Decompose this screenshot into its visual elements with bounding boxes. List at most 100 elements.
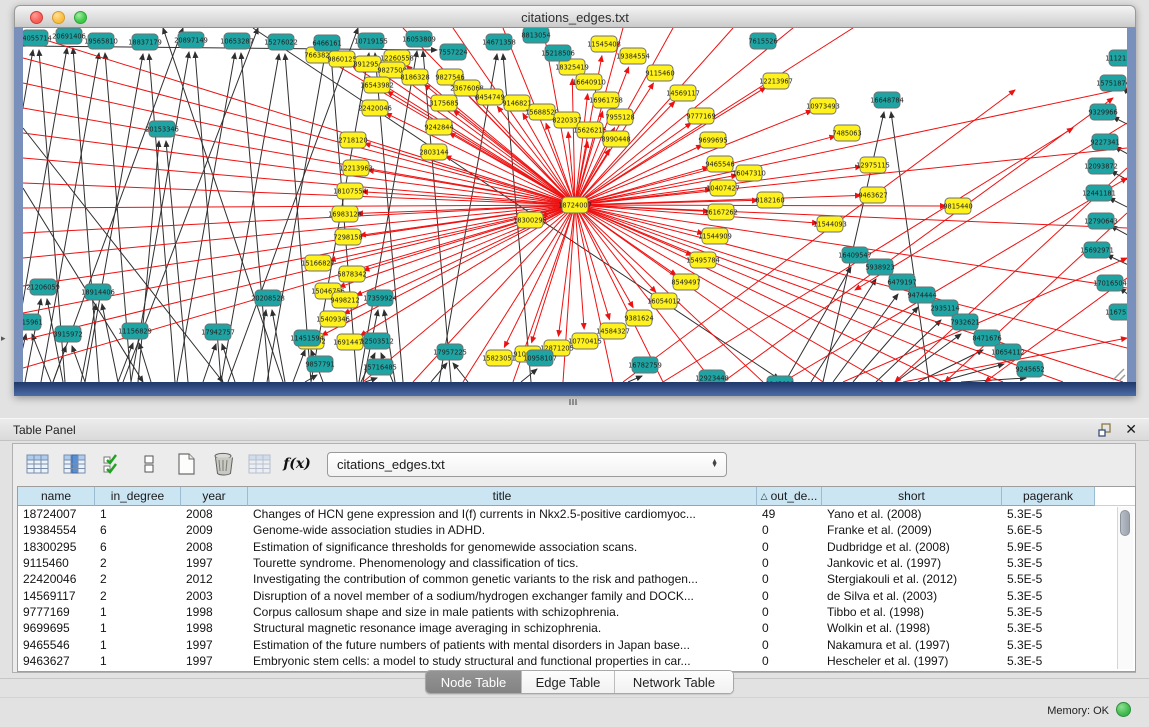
cell-title[interactable]: Disruption of a novel member of a sodium… xyxy=(248,589,757,603)
cell-name[interactable]: 9777169 xyxy=(18,605,95,619)
cell-name[interactable]: 9699695 xyxy=(18,621,95,635)
cell-in-degree[interactable]: 6 xyxy=(95,523,181,537)
window-titlebar[interactable]: citations_edges.txt xyxy=(14,5,1136,28)
cell-out-de-[interactable]: 0 xyxy=(757,523,822,537)
cell-out-de-[interactable]: 0 xyxy=(757,605,822,619)
column-header-year[interactable]: year xyxy=(181,487,248,506)
column-header-out-de-[interactable]: △out_de... xyxy=(757,487,822,506)
cell-title[interactable]: Changes of HCN gene expression and I(f) … xyxy=(248,507,757,521)
network-table-selector[interactable]: citations_edges.txt ▲▼ xyxy=(327,452,727,477)
cell-pagerank[interactable]: 5.3E-5 xyxy=(1002,638,1095,652)
table-row[interactable]: 946554611997Estimation of the future num… xyxy=(18,636,1135,652)
cell-short[interactable]: Hescheler et al. (1997) xyxy=(822,654,1002,668)
table-vertical-scrollbar[interactable] xyxy=(1117,507,1133,669)
cell-in-degree[interactable]: 1 xyxy=(95,507,181,521)
new-table-icon[interactable] xyxy=(173,451,199,477)
cell-short[interactable]: Wolkin et al. (1998) xyxy=(822,621,1002,635)
cell-in-degree[interactable]: 1 xyxy=(95,654,181,668)
function-builder-icon[interactable]: f(x) xyxy=(284,451,310,477)
table-row[interactable]: 946362711997Embryonic stem cells: a mode… xyxy=(18,653,1135,669)
cell-title[interactable]: Corpus callosum shape and size in male p… xyxy=(248,605,757,619)
table-row[interactable]: 1872400712008Changes of HCN gene express… xyxy=(18,506,1135,522)
cell-out-de-[interactable]: 49 xyxy=(757,507,822,521)
table-settings-icon[interactable] xyxy=(25,451,51,477)
cell-out-de-[interactable]: 0 xyxy=(757,540,822,554)
cell-out-de-[interactable]: 0 xyxy=(757,654,822,668)
cell-title[interactable]: Genome-wide association studies in ADHD. xyxy=(248,523,757,537)
select-columns-icon[interactable] xyxy=(99,451,125,477)
canvas-resize-grip[interactable] xyxy=(1119,375,1125,381)
table-row[interactable]: 911546021997Tourette syndrome. Phenomeno… xyxy=(18,555,1135,571)
tab-edge-table[interactable]: Edge Table xyxy=(522,671,615,693)
cell-year[interactable]: 1997 xyxy=(181,556,248,570)
split-pane-grip[interactable] xyxy=(569,399,578,405)
cell-year[interactable]: 1997 xyxy=(181,638,248,652)
cell-name[interactable]: 9115460 xyxy=(18,556,95,570)
cell-title[interactable]: Structural magnetic resonance image aver… xyxy=(248,621,757,635)
table-row[interactable]: 977716911998Corpus callosum shape and si… xyxy=(18,604,1135,620)
cell-short[interactable]: Nakamura et al. (1997) xyxy=(822,638,1002,652)
cell-pagerank[interactable]: 5.3E-5 xyxy=(1002,605,1095,619)
cell-name[interactable]: 22420046 xyxy=(18,572,95,586)
cell-title[interactable]: Investigating the contribution of common… xyxy=(248,572,757,586)
cell-out-de-[interactable]: 0 xyxy=(757,638,822,652)
cell-year[interactable]: 2008 xyxy=(181,540,248,554)
float-panel-icon[interactable] xyxy=(1098,423,1113,437)
table-row[interactable]: 2242004622012Investigating the contribut… xyxy=(18,571,1135,587)
cell-pagerank[interactable]: 5.5E-5 xyxy=(1002,572,1095,586)
tab-network-table[interactable]: Network Table xyxy=(615,671,733,693)
cell-year[interactable]: 1998 xyxy=(181,605,248,619)
cell-year[interactable]: 2003 xyxy=(181,589,248,603)
cell-pagerank[interactable]: 5.6E-5 xyxy=(1002,523,1095,537)
cell-short[interactable]: Yano et al. (2008) xyxy=(822,507,1002,521)
cell-pagerank[interactable]: 5.9E-5 xyxy=(1002,540,1095,554)
cell-name[interactable]: 19384554 xyxy=(18,523,95,537)
cell-name[interactable]: 9465546 xyxy=(18,638,95,652)
column-header-pagerank[interactable]: pagerank xyxy=(1002,487,1095,506)
cell-short[interactable]: Jankovic et al. (1997) xyxy=(822,556,1002,570)
cell-in-degree[interactable]: 6 xyxy=(95,540,181,554)
cell-title[interactable]: Embryonic stem cells: a model to study s… xyxy=(248,654,757,668)
table-row[interactable]: 1938455462009Genome-wide association stu… xyxy=(18,522,1135,538)
panel-collapse-arrow[interactable]: ▸ xyxy=(1,333,6,344)
cell-in-degree[interactable]: 1 xyxy=(95,638,181,652)
cell-in-degree[interactable]: 1 xyxy=(95,605,181,619)
cell-year[interactable]: 2012 xyxy=(181,572,248,586)
cell-short[interactable]: Stergiakouli et al. (2012) xyxy=(822,572,1002,586)
scrollbar-thumb[interactable] xyxy=(1120,510,1130,536)
close-panel-icon[interactable]: ✕ xyxy=(1125,421,1137,438)
cell-name[interactable]: 18724007 xyxy=(18,507,95,521)
cell-year[interactable]: 2008 xyxy=(181,507,248,521)
cell-short[interactable]: Tibbo et al. (1998) xyxy=(822,605,1002,619)
column-header-short[interactable]: short xyxy=(822,487,1002,506)
delete-rows-icon[interactable] xyxy=(210,451,236,477)
cell-pagerank[interactable]: 5.3E-5 xyxy=(1002,507,1095,521)
cell-short[interactable]: de Silva et al. (2003) xyxy=(822,589,1002,603)
cell-out-de-[interactable]: 0 xyxy=(757,589,822,603)
cell-name[interactable]: 18300295 xyxy=(18,540,95,554)
table-row[interactable]: 1830029562008Estimation of significance … xyxy=(18,539,1135,555)
cell-pagerank[interactable]: 5.3E-5 xyxy=(1002,654,1095,668)
column-header-in-degree[interactable]: in_degree xyxy=(95,487,181,506)
tab-node-table[interactable]: Node Table xyxy=(426,671,522,693)
cell-title[interactable]: Estimation of significance thresholds fo… xyxy=(248,540,757,554)
cell-short[interactable]: Dudbridge et al. (2008) xyxy=(822,540,1002,554)
cell-out-de-[interactable]: 0 xyxy=(757,621,822,635)
cell-pagerank[interactable]: 5.3E-5 xyxy=(1002,589,1095,603)
show-columns-icon[interactable] xyxy=(62,451,88,477)
cell-title[interactable]: Estimation of the future numbers of pati… xyxy=(248,638,757,652)
table-row[interactable]: 1456911722003Disruption of a novel membe… xyxy=(18,587,1135,603)
cell-in-degree[interactable]: 2 xyxy=(95,556,181,570)
table-row[interactable]: 969969511998Structural magnetic resonanc… xyxy=(18,620,1135,636)
cell-pagerank[interactable]: 5.3E-5 xyxy=(1002,621,1095,635)
column-header-title[interactable]: title xyxy=(248,487,757,506)
cell-year[interactable]: 1997 xyxy=(181,654,248,668)
cell-in-degree[interactable]: 2 xyxy=(95,572,181,586)
cell-in-degree[interactable]: 2 xyxy=(95,589,181,603)
cell-name[interactable]: 14569117 xyxy=(18,589,95,603)
cell-year[interactable]: 1998 xyxy=(181,621,248,635)
cell-name[interactable]: 9463627 xyxy=(18,654,95,668)
row-height-icon[interactable] xyxy=(136,451,162,477)
column-header-name[interactable]: name xyxy=(18,487,95,506)
cell-out-de-[interactable]: 0 xyxy=(757,556,822,570)
